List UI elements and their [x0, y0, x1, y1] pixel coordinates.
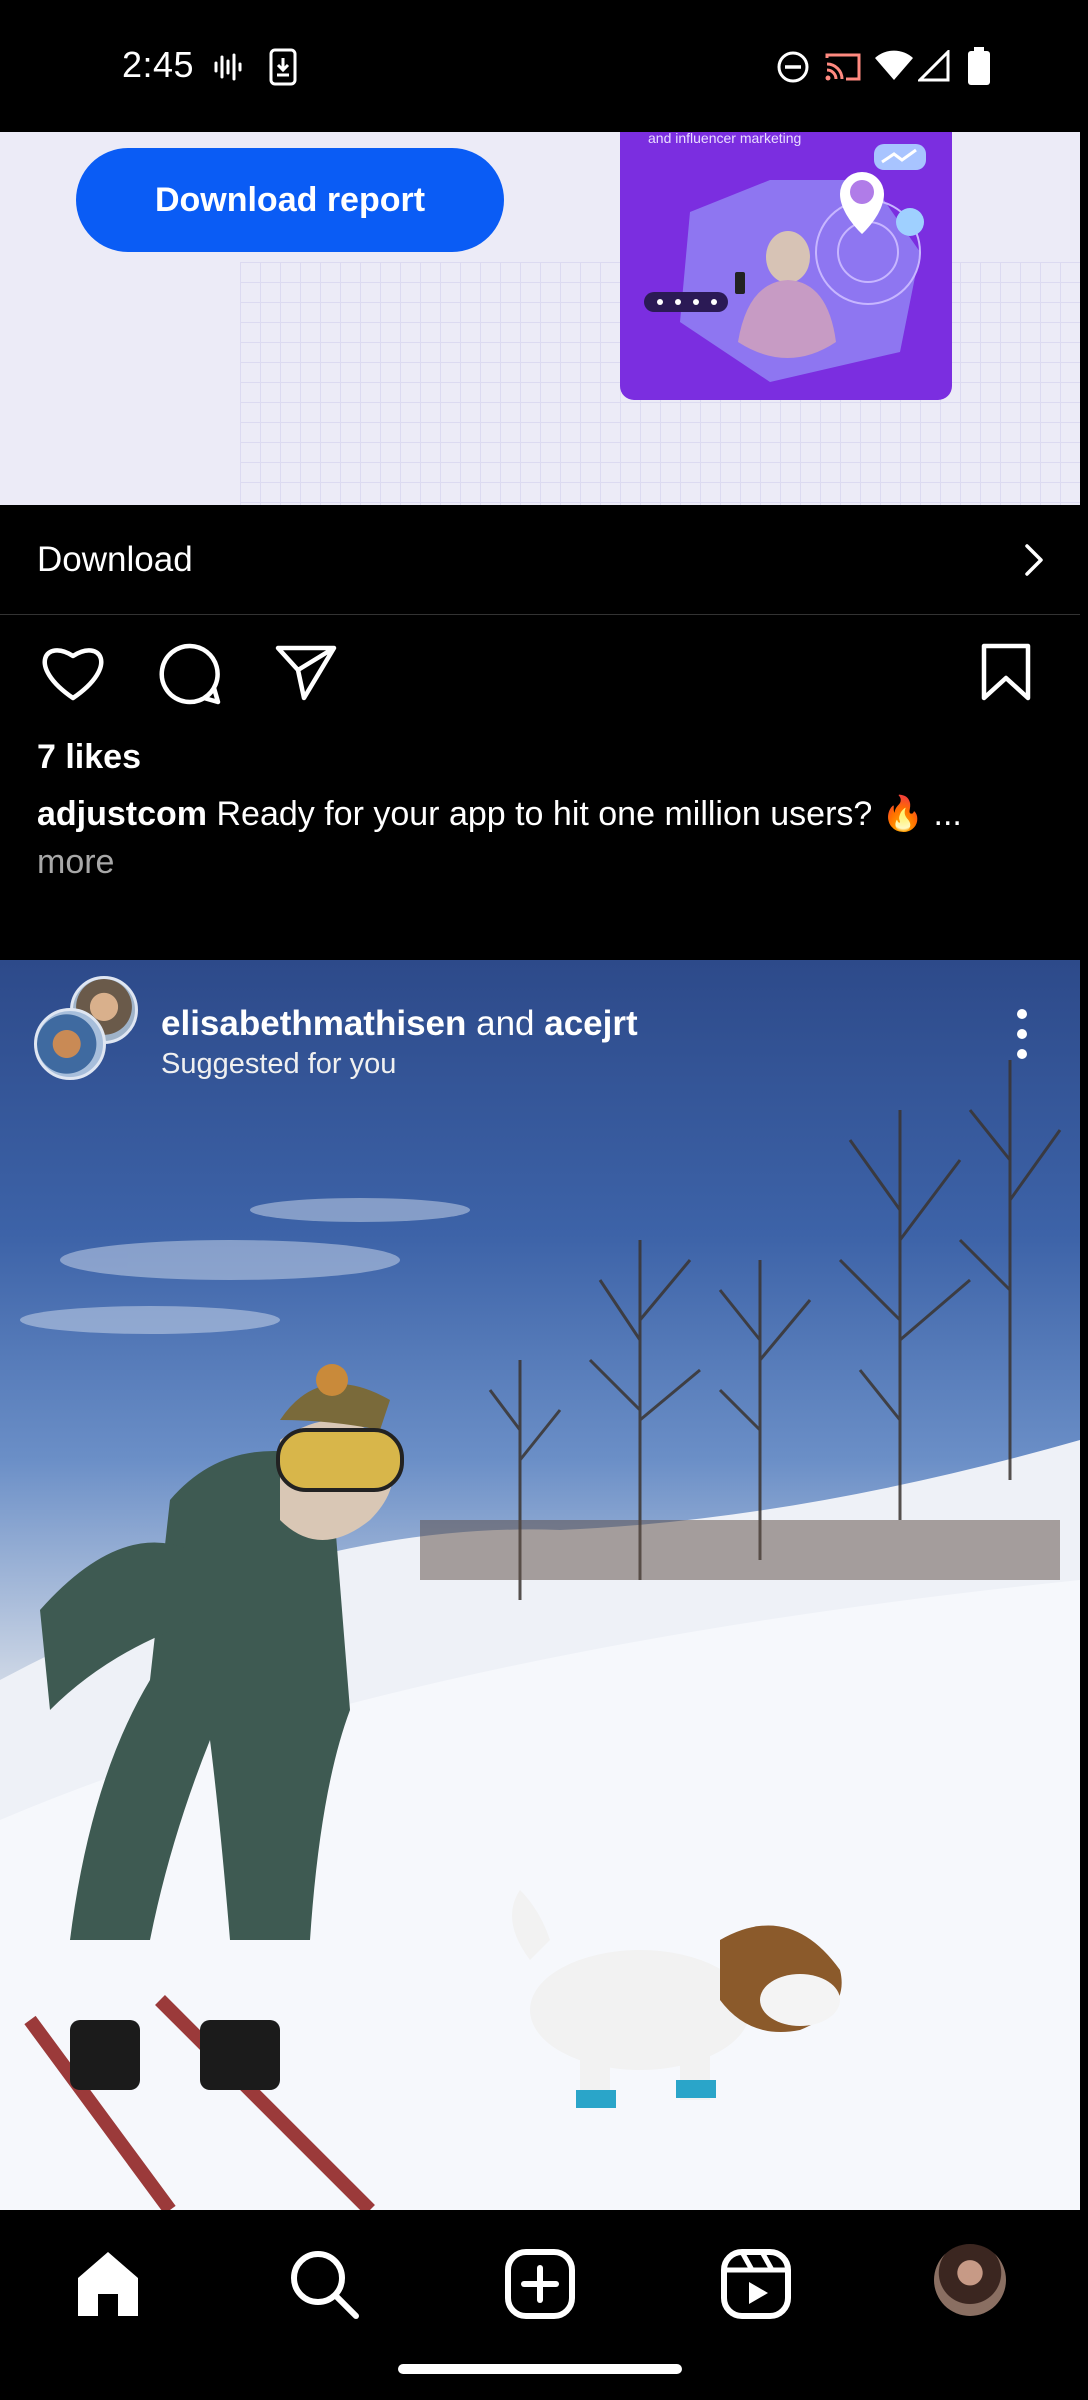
suggested-post[interactable]: elisabethmathisen and acejrt Suggested f… [0, 960, 1080, 2210]
status-bar: 2:45 [0, 0, 1088, 132]
like-heart-icon[interactable] [40, 642, 106, 702]
profile-avatar[interactable] [934, 2244, 1006, 2316]
caption-text: Ready for your app to hit one million us… [216, 795, 962, 833]
post-photo [0, 1060, 1080, 2210]
avatar-acejrt[interactable] [34, 1008, 106, 1080]
caption-username[interactable]: adjustcom [37, 795, 207, 833]
post-authors: elisabethmathisen and acejrt [161, 1004, 638, 1044]
suggested-label: Suggested for you [161, 1048, 397, 1080]
cast-icon [825, 53, 861, 81]
influencer-illustration [644, 144, 926, 382]
battery-icon [968, 47, 990, 85]
reels-icon[interactable] [716, 2244, 796, 2324]
author-elisabethmathisen[interactable]: elisabethmathisen [161, 1004, 466, 1043]
more-options-icon[interactable] [1012, 1004, 1032, 1064]
wifi-icon [875, 50, 913, 80]
post-actions-row [0, 630, 1080, 720]
ad-illustration-card: and influencer marketing [620, 132, 952, 400]
download-cta-row[interactable]: Download [0, 505, 1080, 615]
home-icon[interactable] [68, 2244, 148, 2324]
chevron-right-icon [1025, 543, 1043, 576]
signal-icon [918, 50, 950, 82]
download-phone-icon [269, 48, 297, 86]
cta-label: Download [37, 539, 193, 579]
do-not-disturb-icon [777, 51, 809, 83]
post-caption: adjustcom Ready for your app to hit one … [37, 790, 1037, 886]
comment-icon[interactable] [158, 642, 222, 706]
author-acejrt[interactable]: acejrt [544, 1004, 637, 1043]
bookmark-icon[interactable] [980, 642, 1032, 702]
likes-count[interactable]: 7 likes [37, 738, 141, 777]
gesture-home-bar[interactable] [398, 2364, 682, 2374]
ad-creative[interactable]: Download report and influencer marketing [0, 132, 1080, 505]
search-icon[interactable] [284, 2244, 364, 2324]
voice-wave-icon [214, 53, 242, 81]
download-report-button[interactable]: Download report [76, 148, 504, 252]
post-header: elisabethmathisen and acejrt Suggested f… [0, 960, 1080, 1100]
author-joiner: and [466, 1004, 545, 1043]
share-send-icon[interactable] [274, 642, 338, 702]
status-time: 2:45 [122, 44, 195, 85]
collab-avatars[interactable] [34, 976, 138, 1080]
caption-more-link[interactable]: more [37, 843, 114, 881]
create-post-icon[interactable] [500, 2244, 580, 2324]
